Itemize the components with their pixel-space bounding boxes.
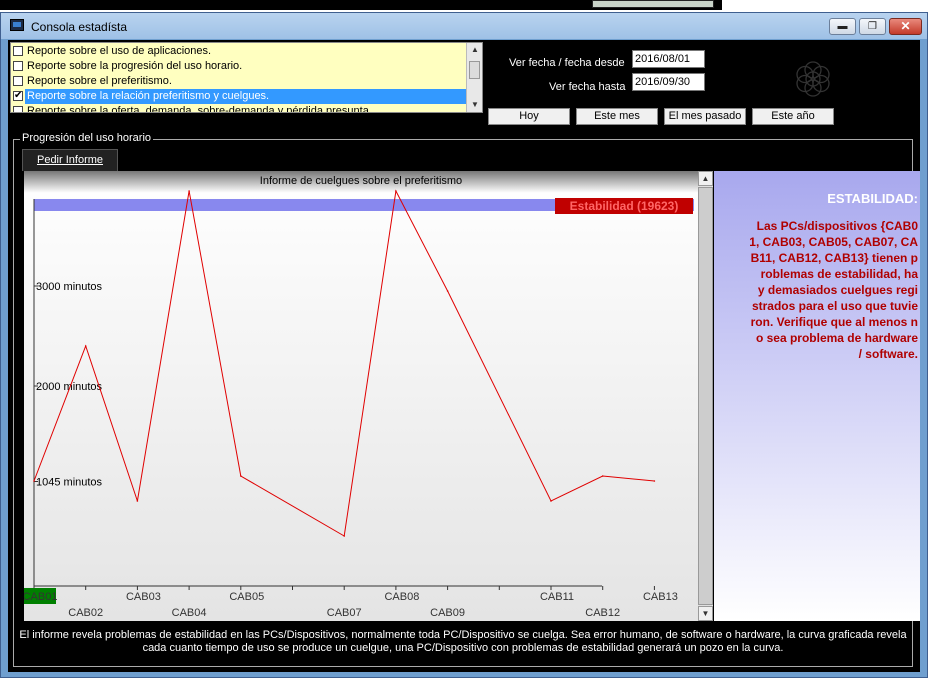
stability-message-line: roblemas de estabilidad, ha bbox=[760, 267, 918, 281]
scroll-down-icon[interactable]: ▼ bbox=[698, 606, 713, 621]
x-tick-label: CAB13 bbox=[643, 591, 678, 603]
x-tick-label: CAB02 bbox=[68, 607, 103, 619]
flower-logo-icon bbox=[796, 61, 830, 97]
scroll-thumb[interactable] bbox=[469, 61, 480, 79]
x-tick-label: CAB01 bbox=[24, 591, 57, 603]
scroll-up-icon[interactable]: ▲ bbox=[468, 43, 482, 57]
stability-message-line: 1, CAB03, CAB05, CAB07, CA bbox=[749, 235, 918, 249]
x-tick-label: CAB11 bbox=[540, 591, 574, 603]
stability-band-label: Estabilidad (19623) bbox=[570, 199, 679, 213]
last-month-button[interactable]: El mes pasado bbox=[664, 108, 746, 125]
report-item[interactable]: Reporte sobre la oferta, demanda, sobre-… bbox=[11, 104, 466, 112]
checkbox-checked[interactable]: ✔ bbox=[13, 91, 23, 101]
data-point bbox=[653, 480, 656, 482]
report-footnote: El informe revela problemas de estabilid… bbox=[19, 629, 907, 654]
checkbox[interactable] bbox=[13, 76, 23, 86]
tab-pedir-informe[interactable]: Pedir Informe bbox=[22, 149, 118, 171]
minimize-button[interactable]: ▬ bbox=[829, 18, 856, 35]
close-button[interactable]: ✕ bbox=[889, 18, 922, 35]
x-tick-label: CAB04 bbox=[172, 607, 207, 619]
today-button[interactable]: Hoy bbox=[488, 108, 570, 125]
data-point bbox=[33, 480, 35, 482]
report-checklist[interactable]: Reporte sobre el uso de aplicaciones. Re… bbox=[10, 42, 483, 113]
checklist-scrollbar[interactable]: ▲ ▼ bbox=[466, 43, 482, 112]
scroll-thumb[interactable] bbox=[698, 187, 713, 605]
panel-legend: Progresión del uso horario bbox=[20, 132, 154, 144]
data-point bbox=[343, 535, 346, 537]
app-monitor-icon bbox=[10, 19, 24, 31]
stability-title: ESTABILIDAD: bbox=[827, 191, 918, 206]
y-tick-label: 1045 minutos bbox=[36, 477, 103, 489]
this-year-button[interactable]: Este año bbox=[752, 108, 834, 125]
chart-scrollbar[interactable]: ▲ ▼ bbox=[698, 171, 713, 621]
stability-message-line: ron. Verifique que al menos n bbox=[750, 315, 918, 329]
date-from-input[interactable]: 2016/08/01 bbox=[632, 50, 705, 68]
stability-message-line: o sea problema de hardware bbox=[755, 331, 918, 345]
console-window: Consola estadísta ▬ ❐ ✕ Reporte sobre el… bbox=[0, 12, 928, 678]
x-tick-label: CAB05 bbox=[229, 591, 264, 603]
this-month-button[interactable]: Este mes bbox=[576, 108, 658, 125]
stability-message-line: / software. bbox=[858, 347, 918, 361]
date-to-input[interactable]: 2016/09/30 bbox=[632, 73, 705, 91]
x-tick-label: CAB03 bbox=[126, 591, 161, 603]
data-point bbox=[84, 345, 87, 347]
stability-curve bbox=[33, 189, 655, 537]
x-tick-label: CAB08 bbox=[384, 591, 419, 603]
report-item[interactable]: Reporte sobre el uso de aplicaciones. bbox=[11, 44, 466, 59]
y-tick-label: 2000 minutos bbox=[36, 381, 103, 393]
stability-message-line: strados para el uso que tuvie bbox=[751, 299, 918, 313]
data-point bbox=[446, 290, 449, 292]
date-from-label: Ver fecha / fecha desde bbox=[509, 57, 625, 69]
report-item-selected[interactable]: ✔ Reporte sobre la relación preferitismo… bbox=[11, 89, 482, 104]
report-item[interactable]: Reporte sobre el preferitismo. bbox=[11, 74, 466, 89]
stability-chart: Informe de cuelgues sobre el preferitism… bbox=[24, 171, 698, 621]
data-point bbox=[240, 475, 242, 477]
data-point bbox=[188, 190, 190, 192]
x-tick-label: CAB07 bbox=[327, 607, 362, 619]
data-point bbox=[601, 475, 604, 477]
client-area: Reporte sobre el uso de aplicaciones. Re… bbox=[8, 40, 920, 672]
y-tick-label: 3000 minutos bbox=[36, 281, 103, 293]
data-point bbox=[395, 190, 397, 192]
background-strip bbox=[0, 0, 933, 10]
chart-canvas: Estabilidad (19623) 1045 minutos 2000 minu… bbox=[24, 189, 694, 619]
stability-message-line: B11, CAB12, CAB13} tienen p bbox=[750, 251, 918, 265]
background-window-fragment bbox=[592, 0, 714, 8]
report-item[interactable]: Reporte sobre la progresión del uso hora… bbox=[11, 59, 466, 74]
background-white-fragment bbox=[722, 0, 933, 10]
scroll-up-icon[interactable]: ▲ bbox=[698, 171, 713, 186]
checkbox[interactable] bbox=[13, 61, 23, 71]
x-tick-label: CAB09 bbox=[430, 607, 465, 619]
checkbox[interactable] bbox=[13, 46, 23, 56]
stability-message-line: Las PCs/dispositivos {CAB0 bbox=[756, 219, 918, 233]
x-tick-label: CAB12 bbox=[585, 607, 620, 619]
stability-message-line: y demasiados cuelgues regi bbox=[757, 283, 918, 297]
title-bar[interactable]: Consola estadísta ▬ ❐ ✕ bbox=[1, 13, 927, 39]
checkbox[interactable] bbox=[13, 106, 23, 112]
date-to-label: Ver fecha hasta bbox=[549, 81, 626, 93]
data-point bbox=[550, 500, 552, 502]
data-point bbox=[136, 500, 139, 502]
maximize-button[interactable]: ❐ bbox=[859, 18, 886, 35]
stability-message-panel: ESTABILIDAD: Las PCs/dispositivos {CAB0 1… bbox=[714, 171, 920, 621]
scroll-down-icon[interactable]: ▼ bbox=[468, 98, 482, 112]
window-title: Consola estadísta bbox=[31, 20, 128, 34]
